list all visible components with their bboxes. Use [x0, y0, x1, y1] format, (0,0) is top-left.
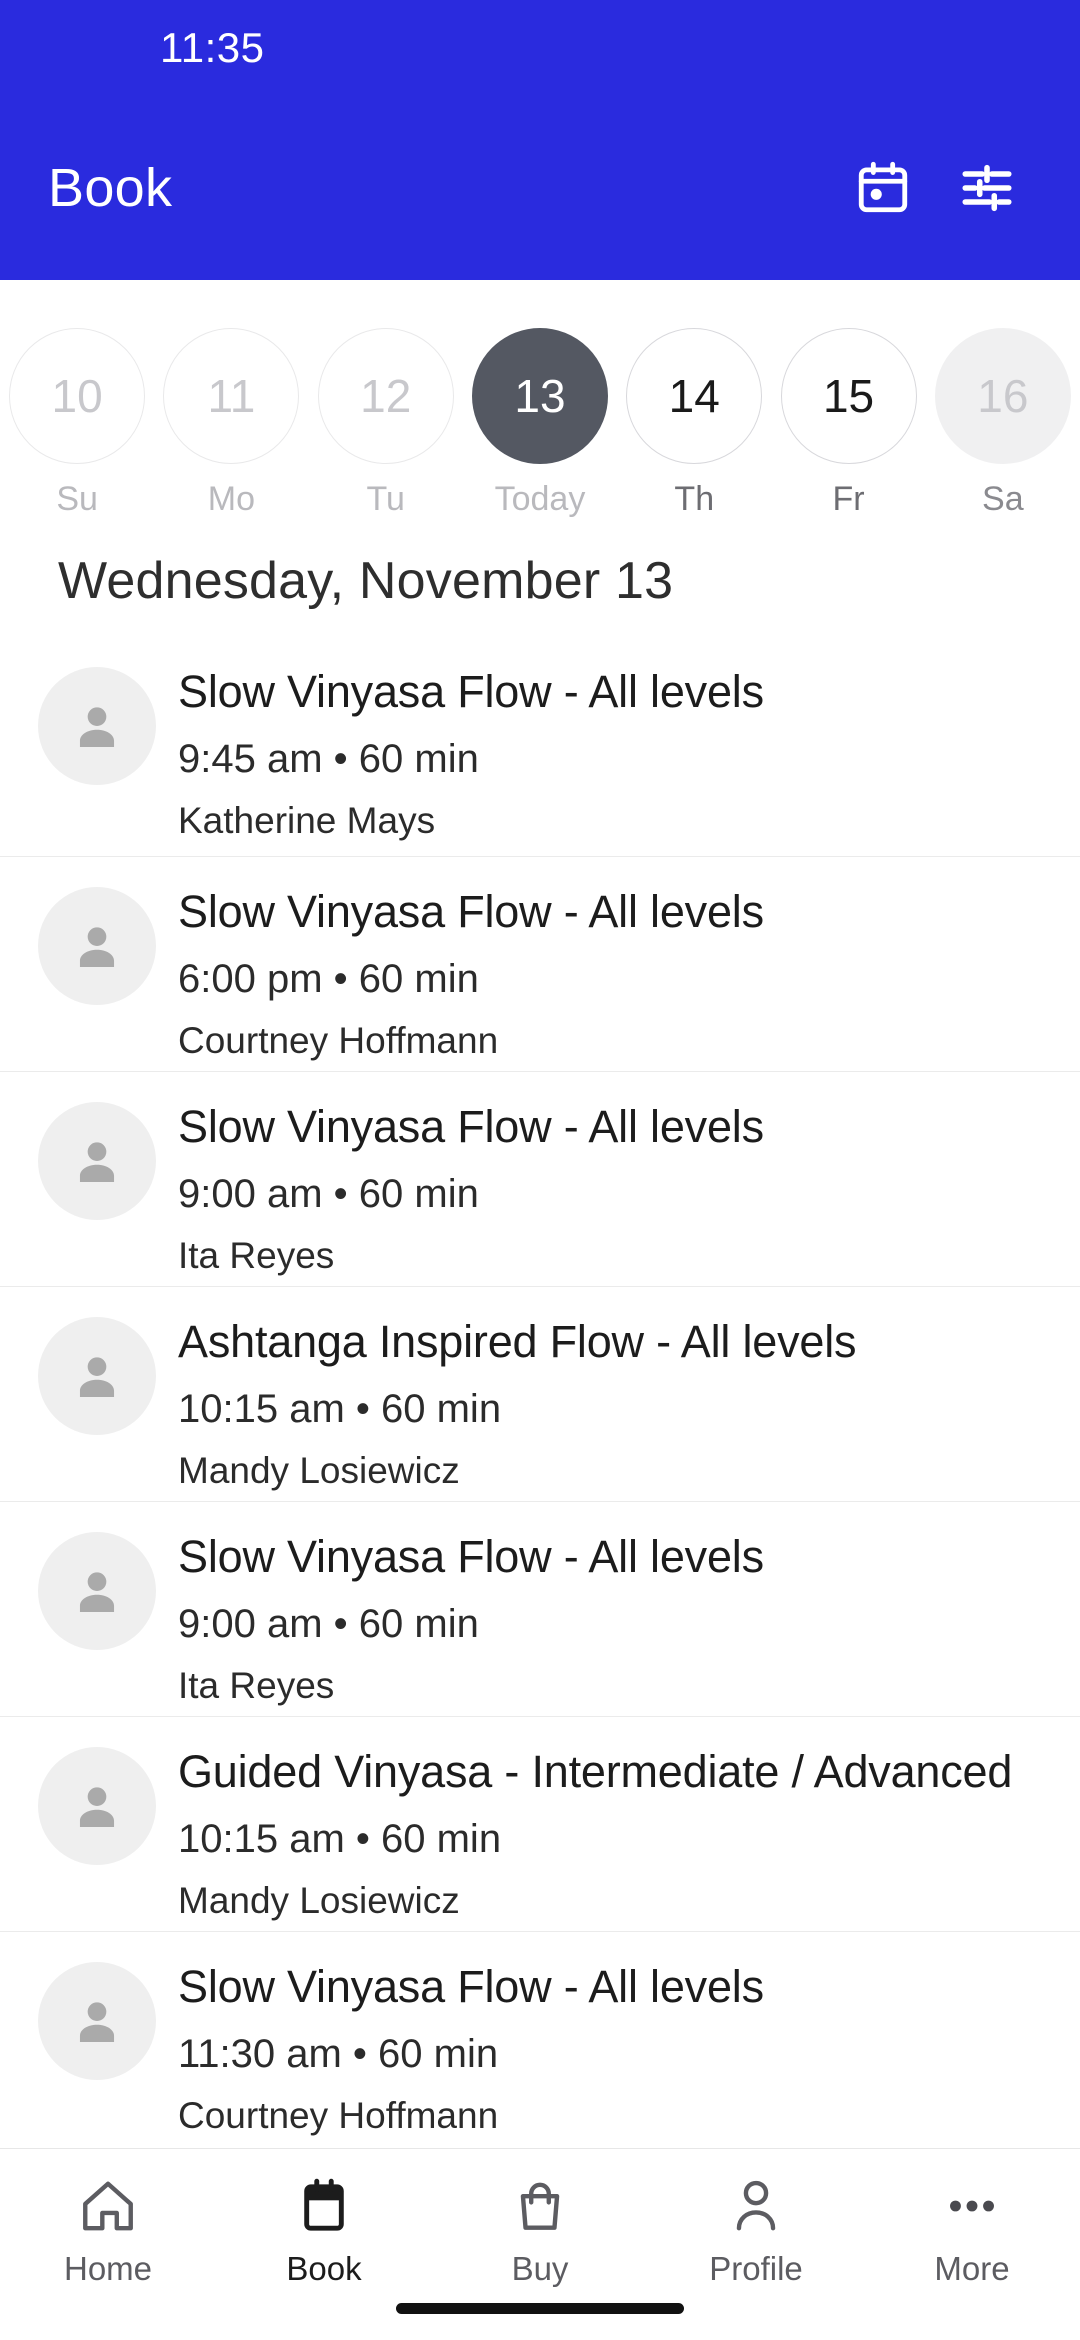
- nav-label: Book: [286, 2250, 362, 2287]
- calendar-icon: [293, 2173, 355, 2239]
- class-list: Slow Vinyasa Flow - All levels 9:45 am •…: [0, 641, 1080, 2148]
- ellipsis-icon: [941, 2173, 1003, 2239]
- class-instructor: Ita Reyes: [178, 1235, 335, 1277]
- nav-label: Profile: [709, 2250, 803, 2287]
- date-cell-10[interactable]: 10 Su: [0, 328, 154, 519]
- nav-item-home[interactable]: Home: [0, 2173, 216, 2288]
- class-info: Slow Vinyasa Flow - All levels 11:30 am …: [178, 1958, 1040, 2137]
- list-item[interactable]: Slow Vinyasa Flow - All levels 6:00 pm •…: [0, 856, 1080, 1071]
- app-bar: Book: [0, 95, 1080, 280]
- app-screen: 11:35 Book 10 Su 11 Mo 12 Tu 13 Today 14…: [0, 0, 1080, 2340]
- status-bar: 11:35: [0, 0, 1080, 95]
- date-weekday: Today: [494, 480, 586, 518]
- list-item[interactable]: Slow Vinyasa Flow - All levels 9:00 am •…: [0, 1071, 1080, 1286]
- class-info: Slow Vinyasa Flow - All levels 9:45 am •…: [178, 663, 1040, 842]
- date-cell-12[interactable]: 12 Tu: [309, 328, 463, 519]
- class-title: Slow Vinyasa Flow - All levels: [178, 886, 764, 937]
- list-item[interactable]: Ashtanga Inspired Flow - All levels 10:1…: [0, 1286, 1080, 1501]
- date-cell-14[interactable]: 14 Th: [617, 328, 771, 519]
- date-weekday: Sa: [982, 480, 1024, 518]
- date-number[interactable]: 10: [9, 328, 146, 464]
- list-item[interactable]: Guided Vinyasa - Intermediate / Advanced…: [0, 1716, 1080, 1931]
- shopping-bag-icon: [509, 2173, 571, 2239]
- person-icon: [725, 2173, 787, 2239]
- date-weekday: Th: [674, 480, 715, 518]
- nav-item-buy[interactable]: Buy: [432, 2173, 648, 2288]
- class-instructor: Mandy Losiewicz: [178, 1880, 460, 1922]
- filter-sliders-icon[interactable]: [956, 157, 1018, 219]
- class-time-duration: 9:00 am • 60 min: [178, 1172, 479, 1217]
- class-info: Slow Vinyasa Flow - All levels 9:00 am •…: [178, 1528, 1040, 1707]
- calendar-icon[interactable]: [852, 157, 914, 219]
- class-title: Slow Vinyasa Flow - All levels: [178, 1101, 764, 1152]
- class-title: Guided Vinyasa - Intermediate / Advanced: [178, 1746, 1013, 1797]
- nav-item-more[interactable]: More: [864, 2173, 1080, 2288]
- nav-label: More: [934, 2250, 1010, 2287]
- date-weekday: Tu: [366, 480, 405, 518]
- class-title: Slow Vinyasa Flow - All levels: [178, 1531, 764, 1582]
- app-bar-actions: [852, 157, 1032, 219]
- avatar: [38, 667, 156, 785]
- date-cell-15[interactable]: 15 Fr: [771, 328, 925, 519]
- status-bar-clock: 11:35: [160, 23, 265, 71]
- class-info: Slow Vinyasa Flow - All levels 6:00 pm •…: [178, 883, 1040, 1062]
- date-cell-16[interactable]: 16 Sa: [926, 328, 1080, 519]
- nav-label: Home: [63, 2250, 153, 2287]
- avatar: [38, 1317, 156, 1435]
- date-number[interactable]: 11: [163, 328, 300, 464]
- date-weekday: Mo: [207, 480, 256, 518]
- avatar: [38, 887, 156, 1005]
- avatar: [38, 1102, 156, 1220]
- nav-item-profile[interactable]: Profile: [648, 2173, 864, 2288]
- class-instructor: Courtney Hoffmann: [178, 2095, 499, 2137]
- date-weekday: Fr: [832, 480, 865, 518]
- class-time-duration: 10:15 am • 60 min: [178, 1817, 502, 1862]
- class-title: Slow Vinyasa Flow - All levels: [178, 1961, 764, 2012]
- class-info: Slow Vinyasa Flow - All levels 9:00 am •…: [178, 1098, 1040, 1277]
- selected-day-heading: Wednesday, November 13: [58, 552, 674, 610]
- date-cell-13-today-selected[interactable]: 13 Today: [463, 328, 617, 519]
- nav-label: Buy: [511, 2250, 569, 2287]
- home-indicator[interactable]: [396, 2303, 684, 2314]
- list-item[interactable]: Slow Vinyasa Flow - All levels 9:45 am •…: [0, 641, 1080, 856]
- page-title: Book: [48, 157, 173, 218]
- class-info: Ashtanga Inspired Flow - All levels 10:1…: [178, 1313, 1040, 1492]
- home-icon: [77, 2173, 139, 2239]
- class-title: Ashtanga Inspired Flow - All levels: [178, 1316, 857, 1367]
- class-time-duration: 9:45 am • 60 min: [178, 737, 479, 782]
- class-instructor: Katherine Mays: [178, 800, 436, 842]
- class-instructor: Ita Reyes: [178, 1665, 335, 1707]
- class-time-duration: 10:15 am • 60 min: [178, 1387, 502, 1432]
- class-time-duration: 11:30 am • 60 min: [178, 2032, 499, 2077]
- class-instructor: Courtney Hoffmann: [178, 1020, 499, 1062]
- date-number[interactable]: 15: [780, 328, 917, 464]
- date-number[interactable]: 14: [626, 328, 763, 464]
- class-title: Slow Vinyasa Flow - All levels: [178, 666, 764, 717]
- date-number[interactable]: 13: [471, 328, 608, 464]
- class-time-duration: 6:00 pm • 60 min: [178, 957, 479, 1002]
- date-number[interactable]: 16: [934, 328, 1071, 464]
- avatar: [38, 1962, 156, 2080]
- list-item[interactable]: Slow Vinyasa Flow - All levels 9:00 am •…: [0, 1501, 1080, 1716]
- date-selector-strip[interactable]: 10 Su 11 Mo 12 Tu 13 Today 14 Th 15 Fr 1…: [0, 280, 1080, 525]
- class-info: Guided Vinyasa - Intermediate / Advanced…: [178, 1743, 1040, 1922]
- avatar: [38, 1747, 156, 1865]
- avatar: [38, 1532, 156, 1650]
- date-number[interactable]: 12: [317, 328, 454, 464]
- date-weekday: Su: [56, 480, 98, 518]
- class-instructor: Mandy Losiewicz: [178, 1450, 460, 1492]
- date-cell-11[interactable]: 11 Mo: [154, 328, 308, 519]
- list-item[interactable]: Slow Vinyasa Flow - All levels 11:30 am …: [0, 1931, 1080, 2146]
- nav-item-book[interactable]: Book: [216, 2173, 432, 2288]
- class-time-duration: 9:00 am • 60 min: [178, 1602, 479, 1647]
